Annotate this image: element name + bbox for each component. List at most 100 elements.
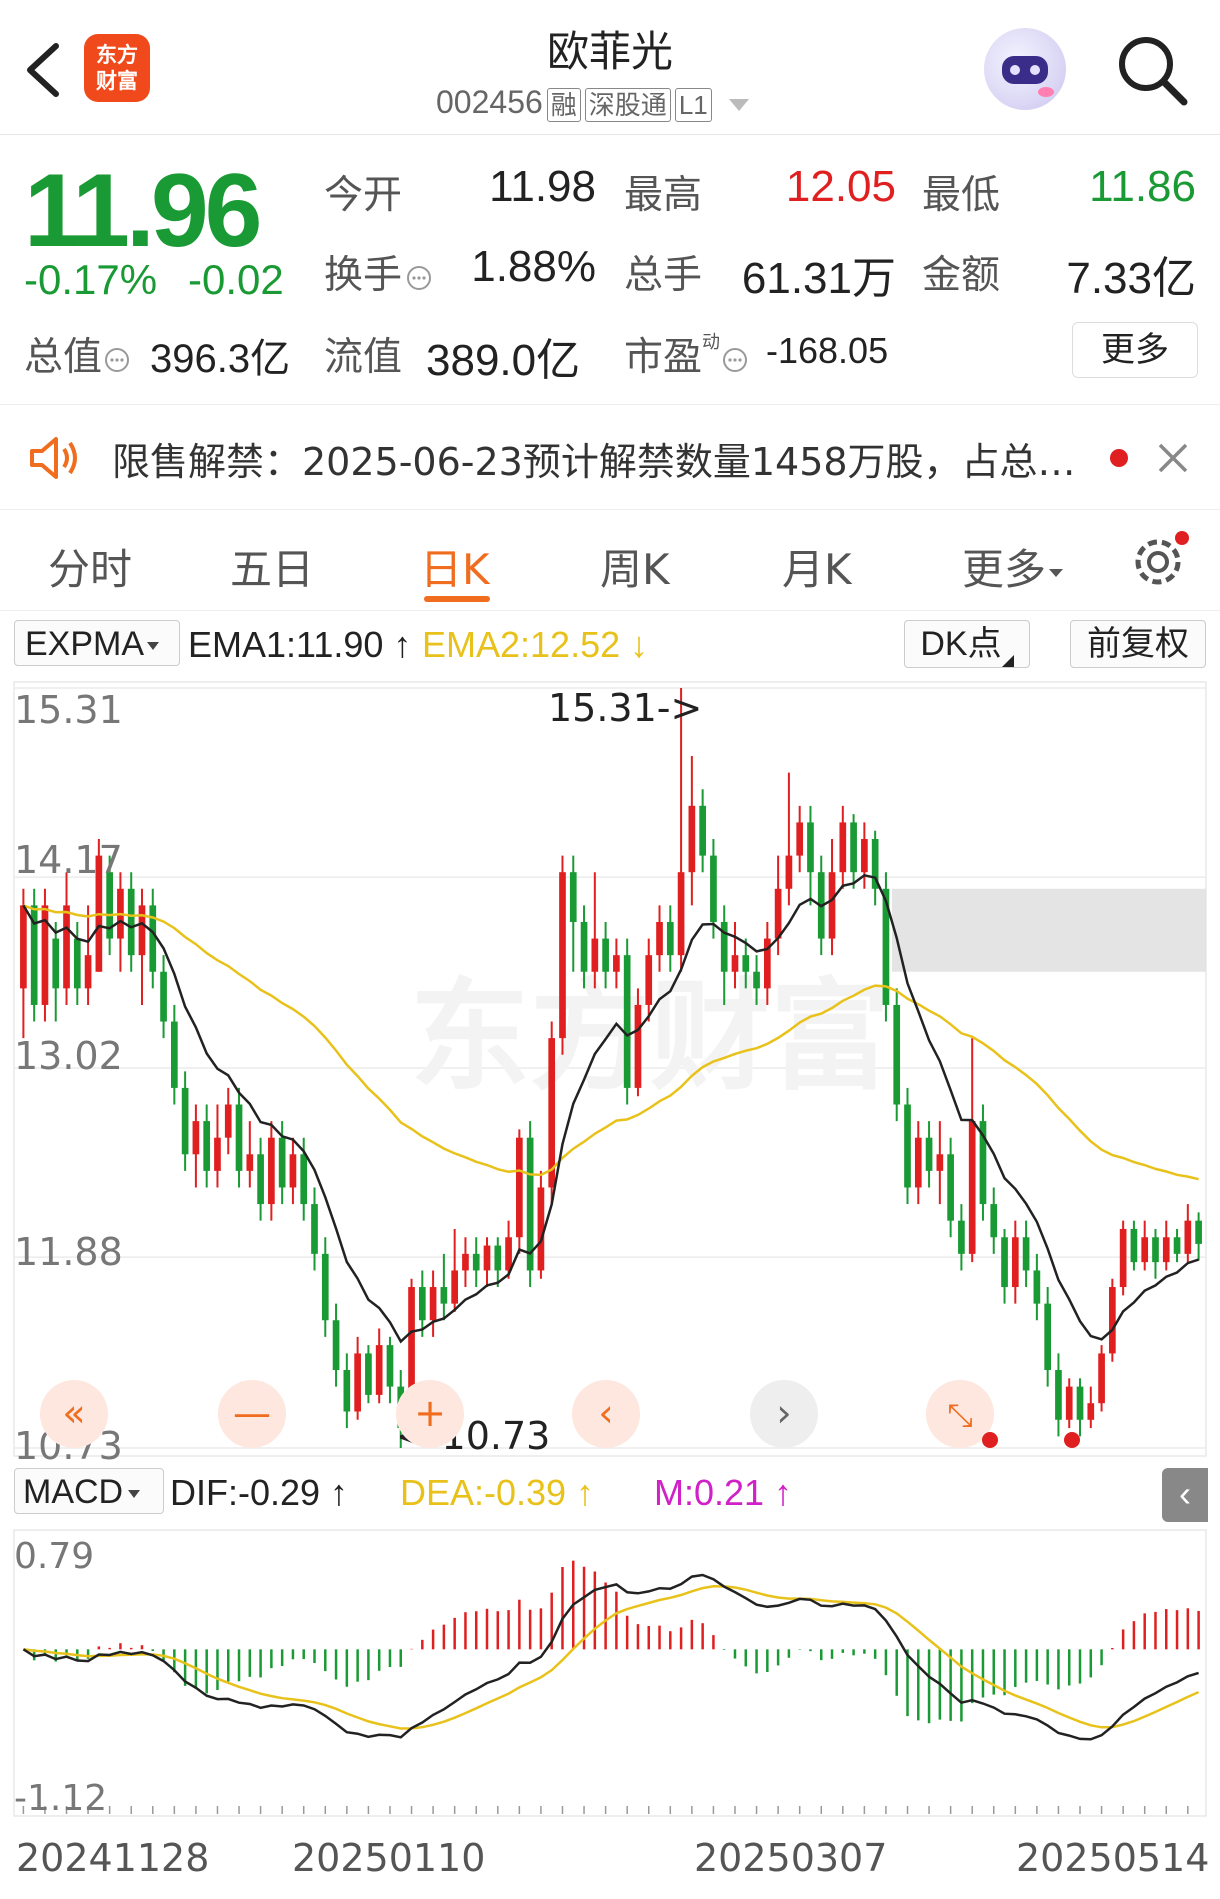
candle-body <box>451 1270 459 1304</box>
header: 东方 财富 欧菲光 002456 融深股通 L1 <box>0 0 1220 135</box>
y-tick-label: 13.02 <box>14 1034 123 1078</box>
active-tab-indicator <box>424 596 490 602</box>
y-tick-label: 14.17 <box>14 838 123 882</box>
candle-body <box>1076 1386 1084 1420</box>
current-price: 11.96 <box>24 153 263 269</box>
info-icon[interactable] <box>404 263 434 293</box>
double-chevron-left-icon: « <box>62 1391 86 1435</box>
gear-icon[interactable] <box>1128 528 1192 592</box>
candle-body <box>785 855 793 889</box>
candle-body <box>1162 1237 1170 1263</box>
caret-down-icon <box>1049 568 1064 577</box>
candle-body <box>20 905 27 989</box>
assistant-avatar[interactable] <box>984 28 1066 110</box>
candle-body <box>321 1253 329 1321</box>
candle-body <box>343 1370 351 1412</box>
dk-label: DK点 <box>920 625 1002 663</box>
tag-level: L1 <box>674 87 712 122</box>
speaker-icon <box>30 437 77 479</box>
dropdown-caret-icon[interactable] <box>725 95 753 115</box>
kline-indicator-select[interactable]: EXPMA <box>14 620 180 666</box>
stock-code-row: 002456 融深股通 L1 <box>436 84 753 122</box>
tab-monthly-k[interactable]: 月K <box>782 536 852 597</box>
candle-body <box>936 1154 944 1171</box>
x-tick-label: 20241128 <box>16 1836 210 1880</box>
candle-body <box>203 1121 211 1171</box>
candle-body <box>375 1345 383 1395</box>
candle-body <box>289 1154 297 1188</box>
tab-five-day[interactable]: 五日 <box>230 536 314 597</box>
candle-body <box>1044 1303 1052 1371</box>
candle-body <box>127 888 135 956</box>
pe-label-text: 市盈 <box>624 335 703 380</box>
candle-body <box>224 1104 232 1138</box>
candle-body <box>580 921 588 972</box>
candle-body <box>149 905 157 972</box>
candle-body <box>472 1253 480 1271</box>
m-text: M:0.21 <box>654 1472 765 1513</box>
amount-value: 7.33亿 <box>1066 254 1196 303</box>
candle-body <box>311 1204 318 1254</box>
macd-indicator-select[interactable]: MACD <box>14 1468 164 1514</box>
macd-indicator-bar: MACD DIF:-0.29 ↑ DEA:-0.39 ↑ M:0.21 ↑ ‹ <box>0 1468 1220 1522</box>
candle-body <box>742 955 750 972</box>
x-tick-label: 20250307 <box>694 1836 888 1880</box>
change-amount: -0.02 <box>188 256 284 303</box>
ema2-text: EMA2:12.52 <box>422 624 621 665</box>
candle-body <box>656 921 663 956</box>
zoom-out-button[interactable]: — <box>218 1380 286 1448</box>
candle-body <box>160 971 167 1022</box>
candle-body <box>990 1204 998 1238</box>
tab-intraday[interactable]: 分时 <box>48 536 132 597</box>
rewind-button[interactable]: « <box>40 1380 108 1448</box>
candle-body <box>861 839 868 873</box>
candle-body <box>278 1137 286 1188</box>
kline-chart[interactable]: 东方财富 <box>0 678 1220 1460</box>
chevron-right-icon: › <box>776 1391 792 1435</box>
dk-signal-dot <box>982 1432 998 1448</box>
candle-body <box>1055 1370 1062 1420</box>
macd-chart[interactable] <box>0 1528 1220 1818</box>
candle-body <box>634 1004 642 1088</box>
candle-body <box>386 1345 394 1387</box>
candle-body <box>300 1154 308 1205</box>
dk-point-button[interactable]: DK点 <box>904 620 1030 668</box>
prev-button[interactable]: ‹ <box>572 1380 640 1448</box>
tab-weekly-k[interactable]: 周K <box>600 536 670 597</box>
next-button[interactable]: › <box>750 1380 818 1448</box>
low-value: 11.86 <box>1089 162 1196 211</box>
info-icon[interactable] <box>102 345 132 375</box>
notice-bar[interactable]: 限售解禁：2025-06-23预计解禁数量1458万股，占总… <box>0 404 1220 510</box>
candle-body <box>1173 1237 1181 1254</box>
mcap-value: 396.3亿 <box>150 337 291 381</box>
candle-body <box>418 1287 426 1321</box>
macd-y-tick-label: -1.12 <box>14 1778 108 1819</box>
tab-more-label: 更多 <box>962 545 1047 594</box>
candle-body <box>569 872 577 922</box>
y-tick-label: 15.31 <box>14 688 123 732</box>
tab-daily-k[interactable]: 日K <box>420 536 490 597</box>
zoom-in-button[interactable]: + <box>396 1380 464 1448</box>
down-arrow-icon: ↓ <box>620 624 649 665</box>
candle-body <box>1184 1220 1192 1254</box>
info-icon[interactable] <box>720 345 750 375</box>
close-icon[interactable] <box>1156 441 1190 475</box>
pe-label: 市盈动 <box>624 326 750 382</box>
candle-body <box>807 822 814 873</box>
candle-body <box>1119 1228 1127 1288</box>
collapse-panel-button[interactable]: ‹ <box>1162 1468 1208 1522</box>
search-icon[interactable] <box>1114 32 1190 108</box>
mcap-label-text: 总值 <box>24 335 103 380</box>
notice-text: 限售解禁：2025-06-23预计解禁数量1458万股，占总… <box>112 440 1076 484</box>
tab-more[interactable]: 更多 <box>962 536 1066 597</box>
macd-y-tick-label: 0.79 <box>14 1536 95 1577</box>
candle-body <box>1098 1353 1105 1404</box>
float-value: 389.0亿 <box>426 336 581 385</box>
candle-body <box>699 805 706 856</box>
candle-body <box>731 955 739 972</box>
dk-signal-dot <box>1064 1432 1080 1448</box>
high-value: 12.05 <box>785 162 896 211</box>
dif-line <box>22 1573 1199 1741</box>
more-button[interactable]: 更多 <box>1072 322 1198 378</box>
adjust-button[interactable]: 前复权 <box>1070 620 1206 668</box>
